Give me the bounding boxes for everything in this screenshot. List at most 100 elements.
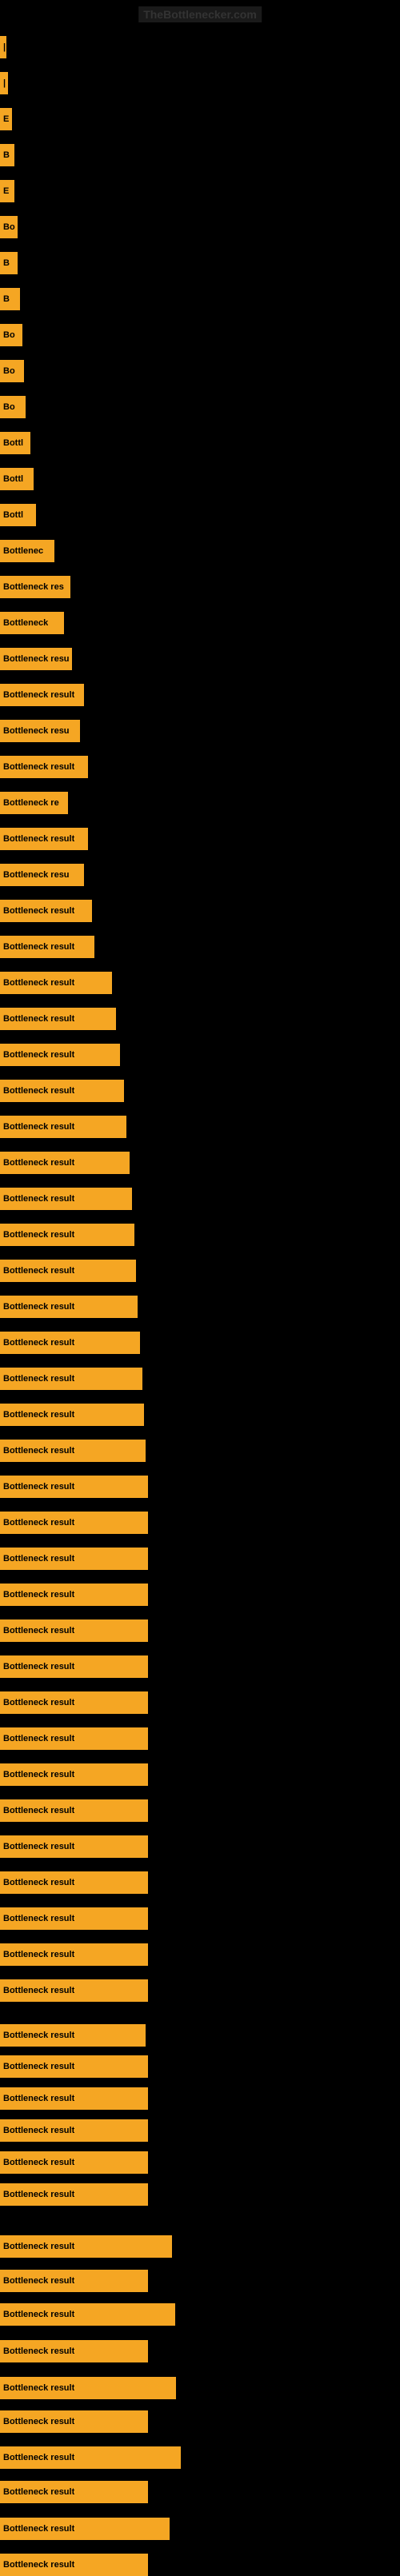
bar-item: Bottleneck — [0, 612, 64, 634]
bar-label: Bottleneck result — [3, 1878, 74, 1887]
bar-item: Bottlenec — [0, 540, 54, 562]
bar-label: Bottleneck result — [3, 1410, 74, 1420]
bar-label: Bottleneck result — [3, 1734, 74, 1743]
bar-item: Bottleneck result — [0, 1943, 148, 1966]
bar-item: Bottleneck re — [0, 792, 68, 814]
bar-item: Bottleneck result — [0, 1691, 148, 1714]
bar-item: | — [0, 72, 8, 94]
bar-item: Bottleneck result — [0, 936, 94, 958]
bar-label: Bottleneck result — [3, 1050, 74, 1060]
bar-item: E — [0, 108, 12, 130]
bar-item: Bottleneck result — [0, 2087, 148, 2110]
bar-item: Bottleneck result — [0, 1619, 148, 1642]
bar-label: Bottleneck result — [3, 2346, 74, 2356]
bar-item: Bottleneck result — [0, 2377, 176, 2399]
bar-label: Bottleneck result — [3, 2310, 74, 2319]
bar-item: | — [0, 36, 6, 58]
bar-label: Bottleneck resu — [3, 654, 70, 664]
bar-label: Bottleneck result — [3, 2062, 74, 2071]
bar-item: Bottl — [0, 504, 36, 526]
bar-item: Bottleneck result — [0, 1727, 148, 1750]
bar-item: Bottleneck result — [0, 1044, 120, 1066]
bar-label: Bottleneck result — [3, 2158, 74, 2167]
bar-label: Bottleneck result — [3, 2242, 74, 2251]
bar-label: Bottleneck result — [3, 2031, 74, 2040]
bar-item: Bottl — [0, 468, 34, 490]
bar-label: E — [3, 114, 9, 124]
bar-item: Bottleneck result — [0, 1116, 126, 1138]
bar-item: Bottleneck result — [0, 1476, 148, 1498]
bar-item: Bo — [0, 216, 18, 238]
bar-label: Bottleneck result — [3, 1266, 74, 1276]
bar-label: Bottleneck result — [3, 1302, 74, 1312]
bar-item: B — [0, 252, 18, 274]
bar-label: Bottleneck result — [3, 1518, 74, 1528]
bar-label: Bottlenec — [3, 546, 43, 556]
bar-item: Bottleneck result — [0, 1655, 148, 1678]
bar-label: Bottleneck result — [3, 1806, 74, 1815]
bar-item: Bottleneck result — [0, 1188, 132, 1210]
bar-item: Bottleneck result — [0, 2303, 175, 2326]
bar-item: Bottleneck result — [0, 1835, 148, 1858]
bar-label: Bottleneck result — [3, 1194, 74, 1204]
bar-label: | — [3, 42, 6, 52]
bar-item: Bottleneck result — [0, 2518, 170, 2540]
bar-label: Bottl — [3, 438, 23, 448]
bar-label: Bottleneck re — [3, 798, 59, 808]
bar-label: Bottleneck result — [3, 1338, 74, 1348]
bar-item: B — [0, 144, 14, 166]
bar-item: Bottleneck resu — [0, 864, 84, 886]
bar-item: Bo — [0, 360, 24, 382]
bar-label: Bottleneck result — [3, 1842, 74, 1851]
bar-label: Bottleneck result — [3, 2453, 74, 2462]
bar-label: Bottleneck result — [3, 2487, 74, 2497]
bar-item: Bottleneck result — [0, 2554, 148, 2576]
bar-item: Bottleneck result — [0, 1332, 140, 1354]
bar-item: Bottleneck result — [0, 1763, 148, 1786]
bar-item: Bottleneck result — [0, 1584, 148, 1606]
bar-label: Bottleneck result — [3, 1482, 74, 1492]
bar-label: Bottleneck result — [3, 1770, 74, 1779]
bar-item: Bottleneck result — [0, 1512, 148, 1534]
bar-item: Bottleneck result — [0, 1799, 148, 1822]
bar-label: Bottleneck result — [3, 1554, 74, 1564]
bar-item: Bottleneck result — [0, 2340, 148, 2362]
bar-label: B — [3, 150, 10, 160]
bar-label: Bottleneck result — [3, 2560, 74, 2570]
bar-label: Bottleneck result — [3, 2417, 74, 2426]
bar-label: Bottleneck result — [3, 762, 74, 772]
bar-item: B — [0, 288, 20, 310]
bar-label: Bo — [3, 330, 15, 340]
bar-item: Bottleneck result — [0, 2024, 146, 2047]
bar-label: Bottleneck result — [3, 1590, 74, 1600]
bar-item: Bottleneck result — [0, 1296, 138, 1318]
bar-label: Bottleneck result — [3, 1950, 74, 1959]
bar-label: Bottleneck — [3, 618, 48, 628]
bar-label: | — [3, 78, 6, 88]
bar-label: Bottleneck result — [3, 1122, 74, 1132]
bar-item: Bottleneck result — [0, 1979, 148, 2002]
bar-label: Bottleneck result — [3, 1374, 74, 1384]
bar-label: B — [3, 258, 10, 268]
bar-label: Bottleneck resu — [3, 870, 70, 880]
bar-label: Bottleneck res — [3, 582, 64, 592]
bar-item: Bottleneck resu — [0, 648, 72, 670]
bar-item: Bottleneck result — [0, 900, 92, 922]
bar-item: Bottleneck result — [0, 1548, 148, 1570]
bar-item: Bottleneck result — [0, 2119, 148, 2142]
bar-label: Bottleneck result — [3, 1626, 74, 1635]
bar-item: Bottleneck result — [0, 756, 88, 778]
bar-item: Bo — [0, 324, 22, 346]
bar-item: Bottleneck result — [0, 2481, 148, 2503]
bar-label: Bottleneck result — [3, 1662, 74, 1671]
bar-label: Bottleneck result — [3, 1914, 74, 1923]
bar-item: E — [0, 180, 14, 202]
bar-item: Bottleneck result — [0, 1152, 130, 1174]
bar-label: Bottleneck result — [3, 834, 74, 844]
bar-label: B — [3, 294, 10, 304]
bar-item: Bottleneck res — [0, 576, 70, 598]
bar-label: Bottleneck result — [3, 1158, 74, 1168]
bar-label: Bottleneck result — [3, 2276, 74, 2286]
bar-label: Bottleneck result — [3, 978, 74, 988]
bar-item: Bottleneck result — [0, 1008, 116, 1030]
